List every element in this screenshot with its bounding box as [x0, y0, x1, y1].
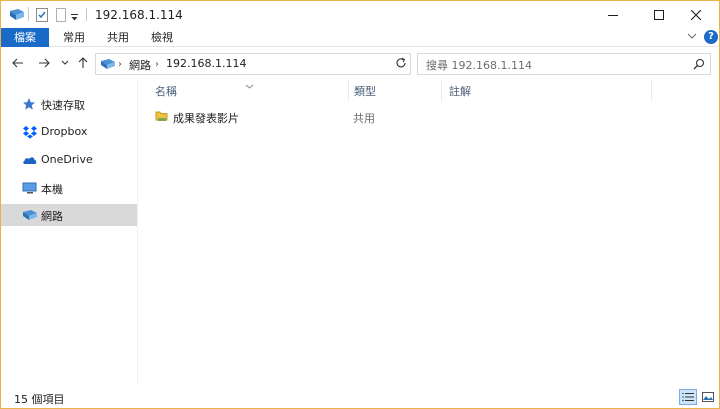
refresh-button[interactable] [393, 55, 409, 71]
star-icon [22, 97, 38, 111]
breadcrumb-host[interactable]: 192.168.1.114 [166, 57, 246, 70]
dropbox-icon [22, 125, 38, 139]
search-icon[interactable] [693, 58, 705, 73]
back-button[interactable] [10, 55, 26, 71]
window-title: 192.168.1.114 [95, 8, 183, 22]
breadcrumb-chevron-icon[interactable]: › [118, 59, 122, 70]
sidebar-item-label: 網路 [41, 210, 63, 223]
breadcrumb-chevron-icon[interactable]: › [155, 59, 159, 70]
back-arrow-icon [12, 58, 23, 68]
refresh-icon [396, 57, 406, 68]
large-icons-view-button[interactable] [699, 389, 717, 405]
column-header-comment[interactable]: 註解 [449, 83, 471, 105]
details-view-button[interactable] [679, 389, 697, 405]
column-divider[interactable] [441, 81, 442, 101]
file-list: 名稱 類型 註解 成果發表影片 共用 [139, 79, 719, 385]
title-bar: 192.168.1.114 [1, 1, 719, 29]
sidebar-item-onedrive[interactable]: OneDrive [1, 149, 137, 171]
file-name: 成果發表影片 [173, 112, 239, 125]
computer-icon [22, 181, 38, 195]
item-count: 15 個項目 [14, 393, 65, 406]
status-bar: 15 個項目 [1, 386, 719, 408]
quick-access-dropdown-icon[interactable] [71, 11, 78, 24]
network-folder-icon[interactable] [9, 8, 25, 25]
up-arrow-icon [78, 57, 88, 68]
recent-locations-button[interactable] [57, 55, 73, 71]
network-icon [22, 208, 38, 222]
navigation-pane: 快速存取 Dropbox OneDrive 本機 網路 [1, 81, 138, 385]
shared-folder-icon [155, 109, 169, 126]
sidebar-item-label: 本機 [41, 183, 63, 196]
close-button[interactable] [673, 1, 719, 29]
details-view-icon [682, 393, 694, 401]
file-type: 共用 [353, 112, 375, 125]
column-header-type[interactable]: 類型 [354, 83, 376, 105]
onedrive-icon [22, 153, 38, 167]
table-row[interactable]: 成果發表影片 共用 [153, 107, 713, 127]
sidebar-item-label: OneDrive [41, 153, 93, 166]
sidebar-item-this-pc[interactable]: 本機 [1, 177, 137, 199]
tab-home[interactable]: 常用 [54, 28, 94, 47]
sidebar-item-label: Dropbox [41, 125, 88, 138]
network-icon [100, 58, 116, 73]
tab-share[interactable]: 共用 [98, 28, 138, 47]
search-box[interactable]: 搜尋 192.168.1.114 [417, 53, 711, 75]
address-bar[interactable]: › 網路 › 192.168.1.114 [95, 53, 481, 75]
column-header-name[interactable]: 名稱 [155, 83, 177, 105]
sidebar-item-dropbox[interactable]: Dropbox [1, 121, 137, 143]
minimize-icon [608, 15, 618, 16]
new-folder-icon[interactable] [56, 8, 66, 25]
breadcrumb-network[interactable]: 網路 [129, 57, 151, 73]
tab-file[interactable]: 檔案 [1, 28, 49, 47]
ribbon-expand-icon[interactable] [687, 31, 697, 44]
large-icons-view-icon [702, 392, 714, 402]
ribbon-tabs: 檔案 常用 共用 檢視 ? [1, 28, 719, 47]
up-button[interactable] [75, 55, 91, 71]
maximize-icon [654, 10, 664, 20]
sidebar-item-label: 快速存取 [41, 99, 85, 112]
sidebar-item-quick-access[interactable]: 快速存取 [1, 93, 137, 115]
navigation-bar: › 網路 › 192.168.1.114 搜尋 192.168.1.114 [1, 47, 719, 79]
sidebar-item-network[interactable]: 網路 [1, 204, 137, 226]
close-icon [691, 10, 701, 20]
tab-view[interactable]: 檢視 [142, 28, 182, 47]
sort-indicator-icon [245, 79, 254, 92]
chevron-down-icon [61, 60, 69, 65]
column-divider[interactable] [651, 81, 652, 101]
forward-button[interactable] [36, 55, 52, 71]
minimize-button[interactable] [590, 1, 636, 29]
properties-icon[interactable] [36, 8, 48, 25]
forward-arrow-icon [39, 58, 50, 68]
column-divider[interactable] [348, 81, 349, 101]
title-separator [86, 8, 87, 21]
explorer-window: 192.168.1.114 檔案 常用 共用 檢視 ? › 網路 › 192.1… [0, 0, 720, 409]
title-separator [28, 7, 29, 21]
help-button[interactable]: ? [704, 30, 718, 44]
search-input[interactable]: 搜尋 192.168.1.114 [426, 57, 532, 73]
